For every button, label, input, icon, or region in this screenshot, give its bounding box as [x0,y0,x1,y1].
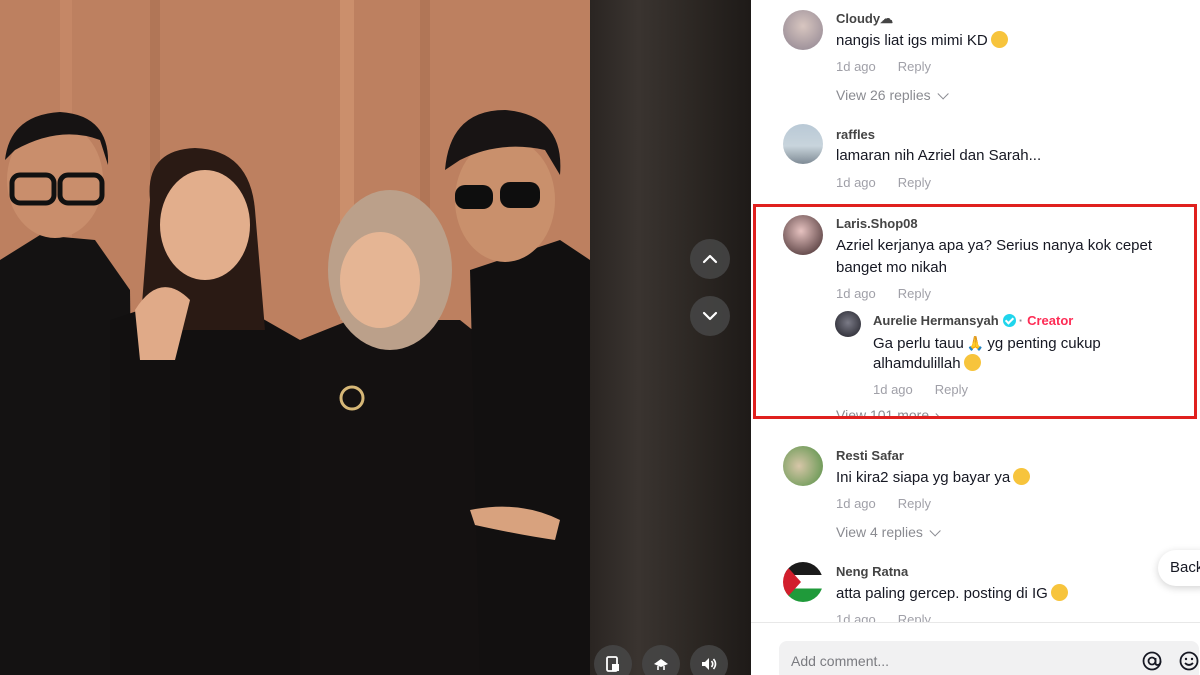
crying-face-icon [1050,584,1068,601]
avatar[interactable] [783,562,823,602]
reply-button[interactable]: Reply [898,496,931,511]
crying-face-icon [1013,468,1031,485]
comments-panel[interactable]: Cloudy☁ nangis liat igs mimi KD 1d ago Re… [751,0,1200,675]
view-replies-button[interactable]: View 4 replies [836,524,941,540]
group-photo-illustration [0,0,590,675]
mention-icon[interactable] [1141,650,1163,672]
reply-button[interactable]: Reply [898,175,931,190]
comment-username[interactable]: Laris.Shop08 [836,216,918,231]
reply-avatar[interactable] [835,311,861,337]
next-video-button[interactable] [690,296,730,336]
back-to-top-button[interactable]: Back [1158,550,1200,586]
view-replies-button[interactable]: View 26 replies [836,87,949,103]
comment-text: lamaran nih Azriel dan Sarah... [836,147,1042,164]
reply-username-text[interactable]: Aurelie Hermansyah [873,313,999,328]
avatar[interactable] [783,10,823,50]
reply-button[interactable]: Reply [898,612,931,622]
comment-meta: 1d ago Reply [836,286,931,301]
avatar[interactable] [783,124,823,164]
crying-face-icon [990,31,1008,48]
comment-username[interactable]: Cloudy☁ [836,11,893,27]
chevron-down-icon [935,408,944,416]
reply-text-part: yg penting cukup [987,335,1101,352]
share-button[interactable] [642,645,680,675]
comment-meta: 1d ago Reply [836,59,931,74]
video-blur-background [590,0,751,675]
view-more-label: View 101 more [836,407,930,416]
reply-button[interactable]: Reply [898,59,931,74]
chevron-down-icon [937,88,949,100]
comment-username[interactable]: raffles [836,127,875,142]
emoji-icon[interactable] [1178,650,1200,672]
comment-text: nangis liat igs mimi KD [836,30,1008,52]
comment-username[interactable]: Resti Safar [836,448,904,463]
comment-time: 1d ago [836,175,876,190]
verified-badge-icon [1002,314,1016,327]
video-frame-photo [0,0,590,675]
flag-icon [783,562,801,602]
picture-in-picture-icon [606,656,619,672]
reply-text-part: Ga perlu tauu [873,335,964,352]
reply-text-line: Ga perlu tauu 🙏 yg penting cukup [873,332,1101,355]
comment-username[interactable]: Neng Ratna [836,564,908,579]
comment-time: 1d ago [836,496,876,511]
avatar[interactable] [783,446,823,486]
chevron-up-icon [702,254,718,264]
comment-time: 1d ago [836,286,876,301]
volume-button[interactable] [690,645,728,675]
comment-time: 1d ago [836,59,876,74]
view-replies-label: View 4 replies [836,524,923,540]
divider [751,622,1200,623]
comment-time: 1d ago [836,612,876,622]
view-replies-label: View 26 replies [836,87,931,103]
share-icon [654,659,668,670]
comment-text-body: nangis liat igs mimi KD [836,32,988,49]
video-player[interactable] [0,0,751,675]
dot-separator: · [1018,313,1024,328]
comment-text: atta paling gercep. posting di IG [836,583,1068,605]
chevron-down-icon [702,311,718,321]
comment-text-body: atta paling gercep. posting di IG [836,585,1048,602]
volume-icon [702,658,717,670]
chevron-down-icon [929,525,941,537]
avatar[interactable] [783,215,823,255]
comment-meta: 1d ago Reply [836,496,931,511]
reply-text-part: alhamdulillah [873,355,961,372]
previous-video-button[interactable] [690,239,730,279]
creator-badge: Creator [1027,313,1074,328]
picture-in-picture-button[interactable] [594,645,632,675]
reply-time: 1d ago [873,382,913,397]
reply-meta: 1d ago Reply [873,382,968,397]
reply-username: Aurelie Hermansyah · Creator [873,313,1073,328]
view-more-replies-button[interactable]: View 101 more [836,407,944,416]
comment-meta: 1d ago Reply [836,612,931,622]
comment-text-line: Azriel kerjanya apa ya? Serius nanya kok… [836,237,1153,254]
comment-text-line: banget mo nikah [836,259,947,276]
smiling-face-with-hearts-icon [963,354,981,371]
comment-text-body: Ini kira2 siapa yg bayar ya [836,469,1011,486]
add-comment-input[interactable] [779,641,1199,675]
reply-button[interactable]: Reply [898,286,931,301]
comment-meta: 1d ago Reply [836,175,931,190]
praying-hands-icon: 🙏 [966,335,985,351]
reply-text-line: alhamdulillah [873,353,981,375]
comment-text: Ini kira2 siapa yg bayar ya [836,467,1031,489]
reply-button[interactable]: Reply [935,382,968,397]
